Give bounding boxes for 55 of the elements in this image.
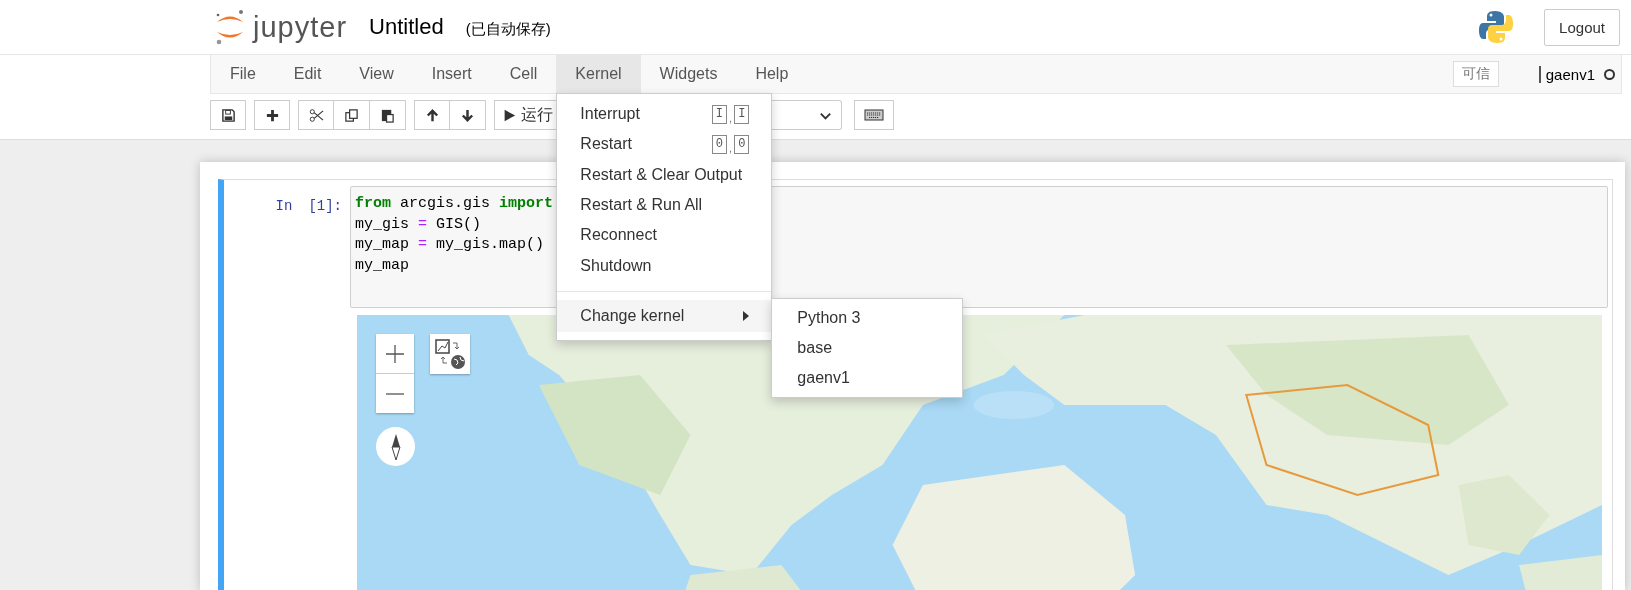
move-up-button[interactable] bbox=[414, 100, 450, 130]
menu-option[interactable]: Restart & Run All bbox=[557, 189, 772, 221]
logo-text[interactable]: jupyter bbox=[253, 10, 348, 44]
shortcut-key: 0 bbox=[711, 134, 728, 154]
menu-option[interactable]: Restart 0 , 0 bbox=[557, 129, 772, 160]
python-logo-icon bbox=[1478, 9, 1515, 45]
trusted-indicator[interactable]: 可信 bbox=[1452, 61, 1499, 87]
menu-item[interactable]: Widgets bbox=[640, 55, 737, 93]
logout-button[interactable]: Logout bbox=[1544, 8, 1620, 46]
input-prompt: In bbox=[275, 198, 293, 216]
insert-cell-button[interactable] bbox=[254, 100, 290, 130]
menu-option[interactable]: gaenv1 bbox=[772, 362, 963, 393]
autosave-status: (已自动保存) bbox=[465, 19, 551, 39]
paste-icon bbox=[380, 107, 395, 123]
keyboard-icon bbox=[864, 109, 884, 121]
shortcut-key: 0 bbox=[734, 134, 750, 154]
menu-item[interactable]: Help bbox=[736, 55, 808, 93]
menu-item[interactable]: Cell bbox=[490, 55, 557, 93]
keyboard-shortcuts-button[interactable] bbox=[854, 100, 894, 130]
play-icon bbox=[503, 108, 516, 122]
shortcut-key: I bbox=[734, 104, 750, 124]
shortcut-key: I bbox=[711, 104, 728, 124]
basemap-toggle-button[interactable] bbox=[430, 334, 470, 374]
copy-icon bbox=[344, 107, 359, 123]
execution-count: [1]: bbox=[308, 198, 342, 216]
kernel-name[interactable]: gaenv1 bbox=[1538, 65, 1595, 83]
submenu-option[interactable]: Change kernel bbox=[557, 299, 772, 332]
code-line: my_gis = GIS() bbox=[355, 214, 482, 235]
shortcut-separator: , bbox=[729, 111, 733, 124]
copy-button[interactable] bbox=[334, 100, 370, 130]
menu-option[interactable]: Shutdown bbox=[557, 250, 772, 281]
arrow-up-icon bbox=[424, 107, 440, 123]
notebook-title[interactable]: Untitled bbox=[369, 14, 444, 40]
scissors-icon bbox=[308, 107, 324, 123]
move-down-button[interactable] bbox=[450, 100, 486, 130]
menu-item[interactable]: View bbox=[340, 55, 413, 93]
plus-icon bbox=[385, 343, 405, 364]
shortcut-separator: , bbox=[729, 141, 733, 154]
caret-icon bbox=[743, 310, 750, 321]
menu-option[interactable]: base bbox=[772, 332, 963, 363]
plus-icon bbox=[264, 107, 280, 123]
menu-item[interactable]: Kernel bbox=[556, 55, 641, 93]
menu-item[interactable]: Edit bbox=[274, 55, 341, 93]
menu-item[interactable]: Insert bbox=[412, 55, 491, 93]
menu-item[interactable]: File bbox=[211, 55, 275, 93]
cut-button[interactable] bbox=[298, 100, 334, 130]
menu-option[interactable]: Reconnect bbox=[557, 220, 772, 251]
basemap-swap-icon bbox=[434, 338, 466, 370]
code-line: from arcgis.gis import bbox=[355, 194, 554, 214]
paste-button[interactable] bbox=[370, 100, 406, 130]
minus-icon bbox=[385, 392, 405, 395]
save-button[interactable] bbox=[210, 100, 246, 130]
arrow-down-icon bbox=[460, 107, 475, 123]
code-line: my_map = my_gis.map() bbox=[355, 235, 545, 255]
code-line: my_map bbox=[355, 255, 409, 276]
